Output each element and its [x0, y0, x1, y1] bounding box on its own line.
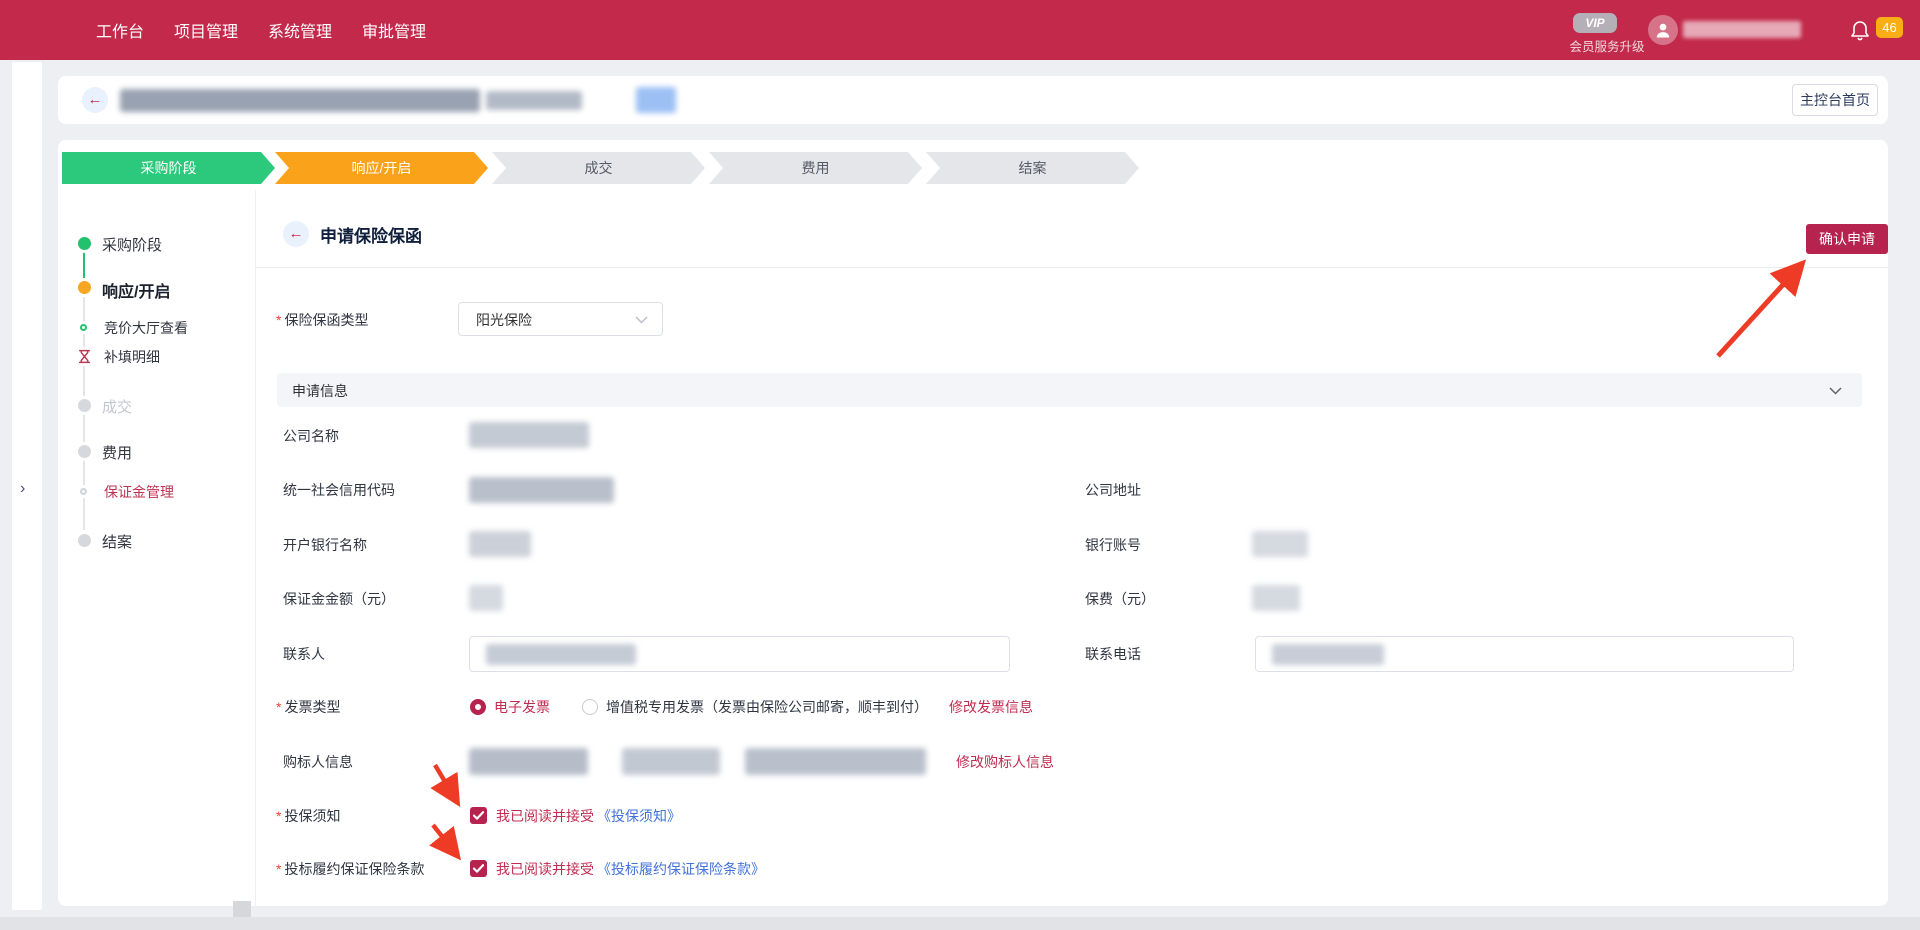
redacted-premium: [1252, 585, 1300, 611]
bank-name-label: 开户银行名称: [283, 535, 367, 555]
nav-item-workbench[interactable]: 工作台: [96, 18, 144, 42]
chevron-down-icon: [635, 316, 648, 324]
timeline-dot-fees: [78, 445, 91, 458]
insurance-type-select[interactable]: 阳光保险: [458, 302, 663, 336]
bell-icon[interactable]: [1848, 18, 1872, 42]
radio-electronic-invoice[interactable]: [470, 699, 486, 715]
redacted-contact-name: [486, 644, 636, 665]
hourglass-icon: [77, 349, 92, 364]
insure-notice-label: 投保须知: [276, 806, 340, 826]
timeline-dot-deal: [78, 399, 91, 412]
top-nav: 工作台 项目管理 系统管理 审批管理 VIP 会员服务升级 46: [0, 0, 1920, 60]
redacted-contact-phone: [1272, 644, 1384, 665]
sidebar-item-closing[interactable]: 结案: [102, 531, 132, 552]
step-deal[interactable]: 成交: [492, 152, 705, 184]
step-fees[interactable]: 费用: [709, 152, 922, 184]
policy-terms-label: 投标履约保证保险条款: [276, 859, 424, 879]
nav-item-project-management[interactable]: 项目管理: [174, 18, 238, 42]
step-response-opening[interactable]: 响应/开启: [275, 152, 488, 184]
redacted-bank-name: [469, 531, 531, 557]
nav-menu: 工作台 项目管理 系统管理 审批管理: [96, 0, 426, 60]
insurance-type-label: 保险保函类型: [276, 310, 368, 330]
form-back-button[interactable]: ←: [283, 221, 309, 247]
collapsed-side-panel: ›: [12, 62, 42, 910]
edit-invoice-info-link[interactable]: 修改发票信息: [949, 697, 1033, 717]
breadcrumb-card: ← 主控台首页: [58, 76, 1888, 124]
application-info-section-header[interactable]: 申请信息: [277, 373, 1862, 407]
bank-account-label: 银行账号: [1085, 535, 1141, 555]
timeline-ring-bidding-hall: [80, 324, 87, 331]
electronic-invoice-option-label[interactable]: 电子发票: [494, 697, 550, 717]
collapse-chevron-icon[interactable]: [1829, 387, 1842, 395]
redacted-buyer-id: [745, 748, 926, 775]
edit-buyer-info-link[interactable]: 修改购标人信息: [956, 752, 1054, 772]
insurance-type-value: 阳光保险: [476, 310, 532, 330]
form-title: 申请保险保函: [320, 222, 422, 247]
redacted-company-name: [469, 422, 589, 448]
nav-item-approval-management[interactable]: 审批管理: [362, 18, 426, 42]
contact-name-input[interactable]: [469, 636, 1010, 672]
timeline-connector-done: [83, 252, 85, 278]
premium-label: 保费（元）: [1085, 589, 1155, 609]
company-address-label: 公司地址: [1085, 480, 1141, 500]
horizontal-scrollbar[interactable]: [0, 917, 1920, 930]
user-avatar[interactable]: [1648, 15, 1678, 45]
console-home-button[interactable]: 主控台首页: [1792, 84, 1878, 116]
sidebar-item-deposit-management[interactable]: 保证金管理: [104, 482, 174, 502]
policy-terms-checkbox[interactable]: [470, 860, 487, 877]
sidebar-item-fees[interactable]: 费用: [102, 442, 132, 463]
sidebar-divider: [255, 190, 256, 906]
insure-notice-checkbox[interactable]: [470, 807, 487, 824]
expand-panel-chevron-icon[interactable]: ›: [20, 480, 25, 498]
sidebar-item-bidding-hall-view[interactable]: 竞价大厅查看: [104, 318, 188, 338]
sidebar-item-fill-details[interactable]: 补填明细: [104, 347, 160, 367]
confirm-apply-button[interactable]: 确认申请: [1806, 224, 1888, 254]
contact-phone-label: 联系电话: [1085, 644, 1141, 664]
nav-item-system-management[interactable]: 系统管理: [268, 18, 332, 42]
timeline-dot-procurement: [78, 237, 91, 250]
agree-text-notice: 我已阅读并接受: [496, 806, 594, 826]
check-icon: [470, 860, 487, 877]
redacted-buyer-name: [469, 748, 588, 775]
section-title: 申请信息: [292, 381, 348, 401]
vip-upgrade-label[interactable]: 会员服务升级: [1552, 36, 1662, 55]
agree-text-terms: 我已阅读并接受: [496, 859, 594, 879]
redacted-project-title: [120, 89, 480, 112]
page: 工作台 项目管理 系统管理 审批管理 VIP 会员服务升级 46 › ←: [0, 0, 1920, 930]
sidebar-item-procurement-stage[interactable]: 采购阶段: [102, 234, 162, 255]
content-card: 采购阶段 响应/开启 成交 费用 结案 采购阶段 响应/开启 竞价大厅查看 补填…: [58, 140, 1888, 906]
insure-notice-link[interactable]: 《投保须知》: [597, 806, 681, 826]
form-header-divider: [256, 267, 1888, 268]
sidebar-item-response-opening[interactable]: 响应/开启: [102, 278, 170, 302]
vat-invoice-option-label[interactable]: 增值税专用发票（发票由保险公司邮寄，顺丰到付）: [606, 697, 928, 717]
sidebar-item-deal[interactable]: 成交: [102, 396, 132, 417]
deposit-amount-label: 保证金金额（元）: [283, 589, 395, 609]
step-closing[interactable]: 结案: [926, 152, 1139, 184]
redacted-username: [1683, 21, 1801, 38]
notification-count-badge[interactable]: 46: [1876, 17, 1903, 38]
redacted-credit-code: [469, 477, 614, 503]
back-button[interactable]: ←: [82, 87, 108, 113]
redacted-deposit-amount: [469, 585, 503, 611]
redacted-project-code: [486, 91, 582, 110]
policy-terms-link[interactable]: 《投标履约保证保险条款》: [597, 859, 765, 879]
radio-vat-invoice[interactable]: [582, 699, 598, 715]
redacted-buyer-phone: [622, 748, 720, 775]
credit-code-label: 统一社会信用代码: [283, 480, 395, 500]
scrollbar-thumb[interactable]: [233, 901, 251, 917]
redacted-status-tag: [636, 87, 676, 113]
contact-name-label: 联系人: [283, 644, 325, 664]
check-icon: [470, 807, 487, 824]
timeline-dot-response: [78, 281, 91, 294]
redacted-bank-account: [1252, 531, 1308, 557]
step-procurement-stage[interactable]: 采购阶段: [62, 152, 275, 184]
vip-badge[interactable]: VIP: [1573, 13, 1617, 33]
person-icon: [1653, 20, 1673, 40]
timeline-ring-deposit: [80, 488, 87, 495]
timeline-dot-closing: [78, 534, 91, 547]
company-name-label: 公司名称: [283, 426, 339, 446]
invoice-type-label: 发票类型: [276, 697, 340, 717]
buyer-info-label: 购标人信息: [283, 752, 353, 772]
contact-phone-input[interactable]: [1255, 636, 1794, 672]
